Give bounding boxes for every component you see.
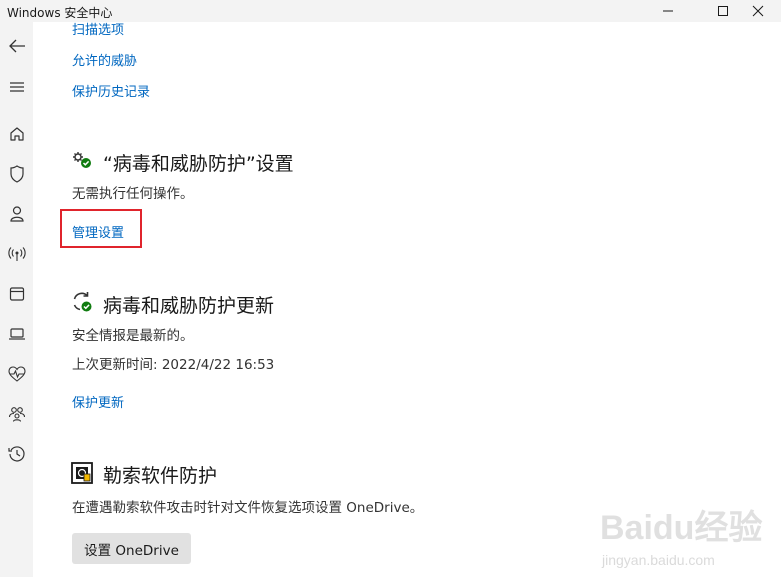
close-icon [752, 5, 764, 17]
antenna-icon [7, 247, 26, 261]
sidebar [0, 22, 33, 577]
baidu-jingyan-watermark-logo: Baidu经验 jingyan.baidu.com [600, 508, 762, 568]
setup-onedrive-button[interactable]: 设置 OneDrive [72, 533, 191, 564]
history-icon [7, 446, 25, 462]
back-arrow-icon [8, 39, 25, 53]
settings-section-title: “病毒和威胁防护”设置 [103, 153, 294, 175]
nav-account-protection[interactable] [0, 198, 33, 230]
browser-window-icon [9, 287, 24, 301]
minimize-button[interactable] [645, 0, 691, 22]
shield-icon [9, 165, 24, 183]
back-button[interactable] [0, 30, 33, 62]
protection-history-link[interactable]: 保护历史记录 [72, 81, 150, 100]
ransomware-folder-icon [71, 462, 93, 484]
minimize-icon [663, 10, 673, 12]
settings-status-text: 无需执行任何操作。 [72, 186, 194, 202]
watermark-line2: jingyan.baidu.com [601, 552, 715, 568]
settings-gears-icon [73, 152, 91, 168]
updates-status-text: 安全情报是最新的。 [72, 328, 194, 344]
nav-device-performance[interactable] [0, 358, 33, 390]
nav-home[interactable] [0, 118, 33, 150]
setup-onedrive-label: 设置 OneDrive [84, 542, 179, 559]
protection-updates-link[interactable]: 保护更新 [72, 392, 124, 411]
nav-device-security[interactable] [0, 318, 33, 350]
manage-settings-link[interactable]: 管理设置 [72, 222, 124, 241]
watermark-line1: Baidu经验 [600, 508, 762, 547]
nav-app-browser-control[interactable] [0, 278, 33, 310]
scan-options-link[interactable]: 扫描选项 [72, 19, 124, 38]
close-button[interactable] [735, 0, 781, 22]
updates-section-title: 病毒和威胁防护更新 [103, 295, 275, 317]
ransomware-section-title: 勒索软件防护 [103, 465, 218, 487]
laptop-icon [8, 328, 25, 340]
nav-protection-history[interactable] [0, 438, 33, 470]
nav-family-options[interactable] [0, 398, 33, 430]
maximize-icon [718, 6, 728, 16]
allowed-threats-link[interactable]: 允许的威胁 [72, 50, 137, 69]
heartbeat-icon [7, 366, 26, 382]
ransomware-description-text: 在遭遇勒索软件攻击时针对文件恢复选项设置 OneDrive。 [72, 500, 424, 516]
last-update-text: 上次更新时间: 2022/4/22 16:53 [72, 357, 275, 373]
nav-virus-protection[interactable] [0, 158, 33, 190]
person-icon [9, 206, 24, 222]
hamburger-menu-icon [9, 82, 24, 92]
update-refresh-icon [73, 292, 92, 312]
menu-button[interactable] [0, 71, 33, 103]
nav-firewall[interactable] [0, 238, 33, 270]
family-icon [8, 407, 25, 422]
home-icon [9, 127, 24, 141]
